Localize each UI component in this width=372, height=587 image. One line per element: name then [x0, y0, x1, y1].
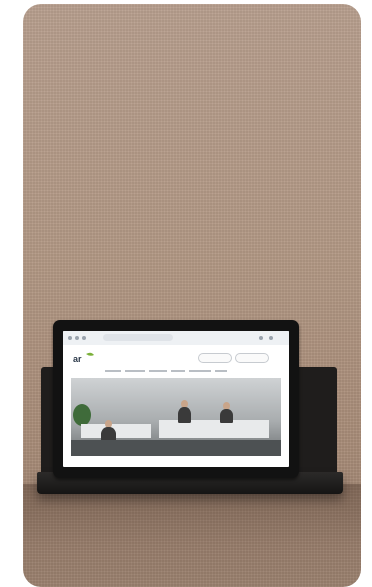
reload-icon	[82, 336, 86, 340]
person	[178, 407, 191, 423]
desk	[159, 420, 269, 438]
nav-link	[189, 370, 211, 372]
wall-shadow	[23, 484, 361, 587]
address-bar	[103, 334, 173, 341]
photo: ar	[23, 4, 361, 587]
svg-text:ar: ar	[73, 354, 82, 364]
nav-link	[125, 370, 145, 372]
hero-image-office	[71, 378, 281, 456]
forward-icon	[75, 336, 79, 340]
profile-icon	[269, 336, 273, 340]
nav-link	[171, 370, 185, 372]
plant	[73, 404, 91, 426]
back-icon	[68, 336, 72, 340]
site-logo-icon: ar	[73, 352, 94, 364]
nav-button	[198, 353, 232, 363]
nav-link	[215, 370, 227, 372]
browser-toolbar	[63, 331, 289, 345]
nav-link	[105, 370, 121, 372]
floor	[71, 440, 281, 456]
nav-link	[149, 370, 167, 372]
tablet-screen: ar	[63, 331, 289, 467]
person	[220, 409, 233, 423]
tablet-device: ar	[53, 320, 299, 478]
menu-icon	[259, 336, 263, 340]
nav-button	[235, 353, 269, 363]
desk	[81, 424, 151, 438]
